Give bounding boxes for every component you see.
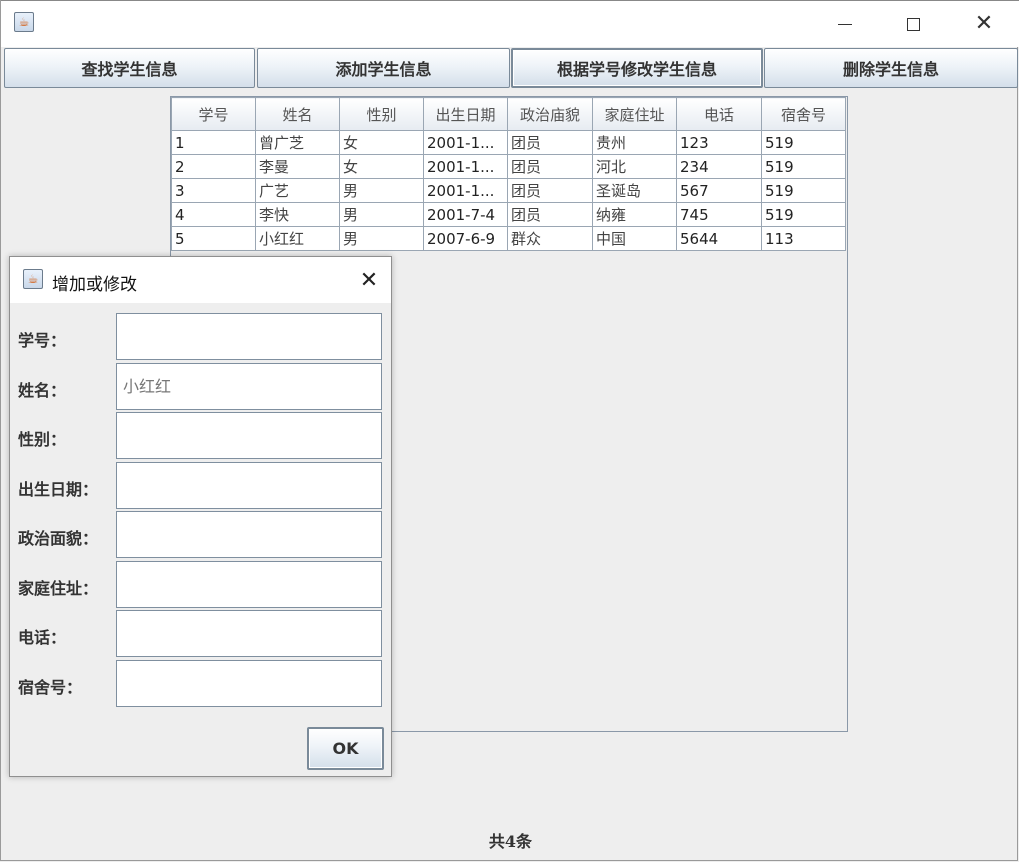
gender-input[interactable] <box>116 412 382 459</box>
field-label: 电话： <box>18 628 67 647</box>
table-cell[interactable]: 女 <box>339 154 424 179</box>
ok-button[interactable]: OK <box>307 727 384 770</box>
column-header[interactable]: 电话 <box>676 97 762 131</box>
field-row-birthdate: 出生日期： <box>10 462 391 512</box>
column-header[interactable]: 政治庙貌 <box>507 97 593 131</box>
table-cell[interactable]: 中国 <box>592 226 677 251</box>
field-label: 性别： <box>18 430 67 449</box>
field-label: 政治面貌： <box>18 529 99 548</box>
field-row-political-status: 政治面貌： <box>10 511 391 561</box>
table-cell[interactable]: 小红红 <box>255 226 340 251</box>
java-icon: ☕ <box>14 12 34 32</box>
field-row-student-id: 学号： <box>10 313 391 363</box>
field-row-dorm: 宿舍号： <box>10 660 391 710</box>
table-cell[interactable]: 男 <box>339 202 424 227</box>
column-header[interactable]: 学号 <box>171 97 256 131</box>
column-header[interactable]: 家庭住址 <box>592 97 677 131</box>
table-cell[interactable]: 1 <box>171 130 256 155</box>
table-cell[interactable]: 曾广芝 <box>255 130 340 155</box>
table-cell[interactable]: 男 <box>339 178 424 203</box>
table-cell[interactable]: 519 <box>761 202 846 227</box>
add-modify-dialog: ☕ 增加或修改 ✕ 学号： 姓名： 性别： 出生日期： 政治面貌： 家庭住址： <box>9 256 392 777</box>
table-cell[interactable]: 2001-7-4 <box>423 202 508 227</box>
modify-student-button[interactable]: 根据学号修改学生信息 <box>511 48 763 88</box>
column-header[interactable]: 宿舍号 <box>761 97 846 131</box>
field-label: 出生日期： <box>18 480 99 499</box>
dialog-close-icon[interactable]: ✕ <box>356 267 382 293</box>
field-row-name: 姓名： <box>10 363 391 413</box>
dialog-title: 增加或修改 <box>52 275 137 295</box>
table-header-row: 学号 姓名 性别 出生日期 政治庙貌 家庭住址 电话 宿舍号 <box>171 97 846 131</box>
table-cell[interactable]: 李曼 <box>255 154 340 179</box>
field-label: 家庭住址： <box>18 579 99 598</box>
title-bar: ☕ ✕ <box>1 0 1019 47</box>
table-cell[interactable]: 广艺 <box>255 178 340 203</box>
table-row[interactable]: 4 李快 男 2001-7-4 团员 纳雍 745 519 <box>171 202 846 227</box>
table-cell[interactable]: 贵州 <box>592 130 677 155</box>
table-cell[interactable]: 2001-1... <box>423 154 508 179</box>
maximize-icon[interactable] <box>890 8 936 40</box>
table-cell[interactable]: 4 <box>171 202 256 227</box>
table-cell[interactable]: 群众 <box>507 226 593 251</box>
table-cell[interactable]: 团员 <box>507 202 593 227</box>
table-cell[interactable]: 519 <box>761 154 846 179</box>
column-header[interactable]: 性别 <box>339 97 424 131</box>
table-cell[interactable]: 河北 <box>592 154 677 179</box>
table-cell[interactable]: 李快 <box>255 202 340 227</box>
table-cell[interactable]: 团员 <box>507 178 593 203</box>
table-cell[interactable]: 5 <box>171 226 256 251</box>
column-header[interactable]: 出生日期 <box>423 97 508 131</box>
field-row-phone: 电话： <box>10 610 391 660</box>
student-table: 学号 姓名 性别 出生日期 政治庙貌 家庭住址 电话 宿舍号 1 曾广芝 女 2… <box>171 97 846 251</box>
phone-input[interactable] <box>116 610 382 657</box>
name-input[interactable] <box>116 363 382 410</box>
add-student-button[interactable]: 添加学生信息 <box>257 48 510 88</box>
close-icon[interactable]: ✕ <box>961 8 1007 40</box>
table-cell[interactable]: 567 <box>676 178 762 203</box>
field-label: 姓名： <box>18 381 67 400</box>
table-cell[interactable]: 2001-1... <box>423 130 508 155</box>
table-cell[interactable]: 745 <box>676 202 762 227</box>
minimize-icon[interactable] <box>822 8 868 40</box>
table-cell[interactable]: 5644 <box>676 226 762 251</box>
address-input[interactable] <box>116 561 382 608</box>
dorm-input[interactable] <box>116 660 382 707</box>
table-cell[interactable]: 113 <box>761 226 846 251</box>
table-cell[interactable]: 519 <box>761 178 846 203</box>
record-count-label: 共4条 <box>488 832 533 851</box>
table-cell[interactable]: 纳雍 <box>592 202 677 227</box>
table-row[interactable]: 5 小红红 男 2007-6-9 群众 中国 5644 113 <box>171 226 846 251</box>
delete-student-button[interactable]: 删除学生信息 <box>764 48 1018 88</box>
table-row[interactable]: 1 曾广芝 女 2001-1... 团员 贵州 123 519 <box>171 130 846 155</box>
find-student-button[interactable]: 查找学生信息 <box>4 48 255 88</box>
table-cell[interactable]: 男 <box>339 226 424 251</box>
table-cell[interactable]: 234 <box>676 154 762 179</box>
table-cell[interactable]: 2007-6-9 <box>423 226 508 251</box>
table-cell[interactable]: 3 <box>171 178 256 203</box>
table-cell[interactable]: 519 <box>761 130 846 155</box>
main-window: ☕ ✕ 查找学生信息 添加学生信息 根据学号修改学生信息 删除学生信息 学号 姓… <box>0 0 1019 861</box>
field-row-address: 家庭住址： <box>10 561 391 611</box>
table-row[interactable]: 3 广艺 男 2001-1... 团员 圣诞岛 567 519 <box>171 178 846 203</box>
political-status-input[interactable] <box>116 511 382 558</box>
column-header[interactable]: 姓名 <box>255 97 340 131</box>
dialog-title-bar: ☕ 增加或修改 ✕ <box>10 257 391 303</box>
table-row[interactable]: 2 李曼 女 2001-1... 团员 河北 234 519 <box>171 154 846 179</box>
table-cell[interactable]: 2 <box>171 154 256 179</box>
table-cell[interactable]: 团员 <box>507 154 593 179</box>
student-id-input[interactable] <box>116 313 382 360</box>
table-cell[interactable]: 2001-1... <box>423 178 508 203</box>
birthdate-input[interactable] <box>116 462 382 509</box>
field-label: 宿舍号： <box>18 678 83 697</box>
table-cell[interactable]: 123 <box>676 130 762 155</box>
table-cell[interactable]: 圣诞岛 <box>592 178 677 203</box>
field-row-gender: 性别： <box>10 412 391 462</box>
table-cell[interactable]: 团员 <box>507 130 593 155</box>
java-icon: ☕ <box>23 269 43 289</box>
table-cell[interactable]: 女 <box>339 130 424 155</box>
field-label: 学号： <box>18 331 67 350</box>
